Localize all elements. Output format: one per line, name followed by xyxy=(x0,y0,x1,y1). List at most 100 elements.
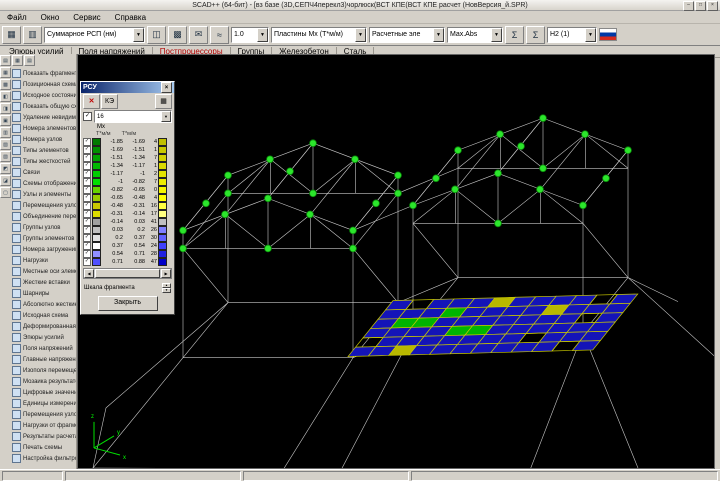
palette-hscrollbar[interactable]: ◀ ▶ xyxy=(83,268,172,279)
sidebar-item[interactable]: Мозаика результатов xyxy=(11,376,76,387)
sidebar-item[interactable]: Типы жесткостей xyxy=(11,156,76,167)
isofield-range-row[interactable]: ✓0.20.3730 xyxy=(81,234,174,242)
sidebar-item[interactable]: Настройка фильтров xyxy=(11,453,76,464)
range-checkbox[interactable]: ✓ xyxy=(83,170,91,178)
model-node[interactable] xyxy=(265,245,272,252)
isofield-range-row[interactable]: ✓-1.69-1.511 xyxy=(81,146,174,154)
menu-Справка[interactable]: Справка xyxy=(108,13,153,22)
filter-hinges-icon[interactable]: ◩ xyxy=(0,163,11,174)
filter-types-icon[interactable]: ▧ xyxy=(0,139,11,150)
invert-fragment-icon[interactable]: ▥ xyxy=(23,26,42,44)
model-node[interactable] xyxy=(225,190,232,197)
sidebar-item[interactable]: Перемещения узлов xyxy=(11,200,76,211)
sidebar-item[interactable]: Исходная схема xyxy=(11,310,76,321)
scroll-left-icon[interactable]: ◀ xyxy=(84,269,94,278)
range-checkbox[interactable]: ✓ xyxy=(83,162,91,170)
sidebar-item[interactable]: Показать общую схему xyxy=(11,101,76,112)
sidebar-item[interactable]: Цифровые значения xyxy=(11,387,76,398)
model-node[interactable] xyxy=(580,202,587,209)
menu-Окно[interactable]: Окно xyxy=(34,13,67,22)
model-node[interactable] xyxy=(287,168,294,175)
sidebar-item[interactable]: Группы элементов xyxy=(11,233,76,244)
minimize-button[interactable]: – xyxy=(683,1,694,11)
gradations-combo[interactable]: 16 ▼ xyxy=(94,110,172,123)
scrollbar-thumb[interactable] xyxy=(95,269,160,278)
isofield-range-row[interactable]: ✓-0.82-0.650 xyxy=(81,186,174,194)
sidebar-item[interactable]: Главные напряжения xyxy=(11,354,76,365)
close-icon[interactable]: × xyxy=(161,82,172,93)
sidebar-item[interactable]: Шарниры xyxy=(11,288,76,299)
sidebar-item[interactable]: Схемы отображения xyxy=(11,178,76,189)
sidebar-item[interactable]: Номера элементов xyxy=(11,123,76,134)
scroll-right-icon[interactable]: ▶ xyxy=(161,269,171,278)
chevron-down-icon[interactable]: ▼ xyxy=(161,111,171,122)
fragment-icon[interactable]: ▦ xyxy=(2,26,21,44)
sidebar-item[interactable]: Номера узлов xyxy=(11,134,76,145)
slab-cell[interactable] xyxy=(572,341,600,351)
model-node[interactable] xyxy=(495,170,502,177)
sidebar-item[interactable]: Нагрузки xyxy=(11,255,76,266)
sidebar-item[interactable]: Объединение перемещений xyxy=(11,211,76,222)
sidebar-item[interactable]: Деформированная схема xyxy=(11,321,76,332)
filter-groups-icon[interactable]: ▨ xyxy=(0,151,11,162)
model-node[interactable] xyxy=(352,156,359,163)
element-info-icon[interactable]: КЭ xyxy=(101,94,118,109)
plate-factor-combo[interactable]: Пластины Mx (Т*м/м)▼ xyxy=(271,27,367,43)
palette-title-bar[interactable]: РСУ × xyxy=(81,82,174,93)
model-node[interactable] xyxy=(582,131,589,138)
isofield-range-row[interactable]: ✓0.030.226 xyxy=(81,226,174,234)
range-checkbox[interactable]: ✓ xyxy=(83,250,91,258)
model-node[interactable] xyxy=(203,200,210,207)
model-node[interactable] xyxy=(267,156,274,163)
sidebar-item[interactable]: Связи xyxy=(11,167,76,178)
model-node[interactable] xyxy=(603,175,610,182)
isofield-range-row[interactable]: ✓-1.17-12 xyxy=(81,170,174,178)
envelope-icon[interactable]: ✉ xyxy=(189,26,208,44)
menu-Сервис[interactable]: Сервис xyxy=(66,13,107,22)
model-node[interactable] xyxy=(180,245,187,252)
model-node[interactable] xyxy=(455,147,462,154)
sidebar-item[interactable]: Типы элементов xyxy=(11,145,76,156)
sidebar-item[interactable]: Нагрузки от фрагмента xyxy=(11,420,76,431)
scale-spinner[interactable]: ▲▼ xyxy=(162,283,171,292)
model-node[interactable] xyxy=(540,115,547,122)
elements-combo[interactable]: Расчетные эле▼ xyxy=(369,27,445,43)
filter-plates-icon[interactable]: ▩ xyxy=(0,79,11,90)
isofield-range-row[interactable]: ✓0.370.5424 xyxy=(81,242,174,250)
sidebar-item[interactable]: Абсолютно жесткие тела xyxy=(11,299,76,310)
model-node[interactable] xyxy=(540,165,547,172)
delete-isofields-icon[interactable]: ✕ xyxy=(83,94,100,109)
filter-misc-icon[interactable]: ▢ xyxy=(0,187,11,198)
filter-elements-icon[interactable]: ▦ xyxy=(0,67,11,78)
model-node[interactable] xyxy=(395,190,402,197)
isofield-range-row[interactable]: ✓0.710.8847 xyxy=(81,258,174,266)
range-checkbox[interactable]: ✓ xyxy=(83,194,91,202)
range-checkbox[interactable]: ✓ xyxy=(83,210,91,218)
isofield-range-row[interactable]: ✓-0.65-0.484 xyxy=(81,194,174,202)
model-node[interactable] xyxy=(307,211,314,218)
slab-cell[interactable] xyxy=(595,313,623,323)
sidebar-item[interactable]: Местные оси элементов xyxy=(11,266,76,277)
sidebar-item[interactable]: Удаление невидимых линий xyxy=(11,112,76,123)
model-node[interactable] xyxy=(625,147,632,154)
model-node[interactable] xyxy=(373,200,380,207)
filter-ties-icon[interactable]: ◧ xyxy=(0,91,11,102)
model-node[interactable] xyxy=(222,211,229,218)
isofield-range-row[interactable]: ✓-0.31-0.1417 xyxy=(81,210,174,218)
model-node[interactable] xyxy=(537,186,544,193)
force-mode-combo[interactable]: Суммарное РСП (нм)▼ xyxy=(44,27,145,43)
model-node[interactable] xyxy=(180,227,187,234)
sidebar-item[interactable]: Печать схемы xyxy=(11,442,76,453)
filter-axes-icon[interactable]: ▣ xyxy=(0,115,11,126)
loadcase-combo[interactable]: H2 (1)▼ xyxy=(547,27,597,43)
palette-close-button[interactable]: Закрыть xyxy=(98,296,158,311)
table-icon[interactable]: ▦ xyxy=(155,94,172,109)
model-node[interactable] xyxy=(350,245,357,252)
model-viewport[interactable]: zxy РСУ × ✕КЭ ▦ ✓ 16 ▼ Mx Т*м/м Т*м/м xyxy=(77,54,715,469)
sum-down-icon[interactable]: Σ xyxy=(505,26,524,44)
isofield-range-row[interactable]: ✓-1.85-1.694 xyxy=(81,138,174,146)
filter-nodes-icon[interactable]: ▤ xyxy=(0,55,11,66)
slab-cell[interactable] xyxy=(610,294,638,304)
model-node[interactable] xyxy=(395,172,402,179)
model-node[interactable] xyxy=(452,186,459,193)
